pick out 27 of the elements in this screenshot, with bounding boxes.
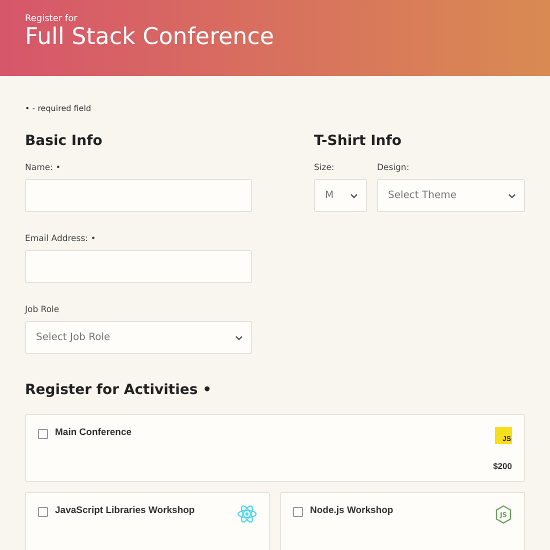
field-label: Email Address: • [25,234,96,244]
section-heading: Basic Info [25,133,102,149]
select-dropdown[interactable]: Select Job Role [25,321,252,354]
text-input[interactable] [25,250,252,283]
field-label: Name: • [25,163,61,173]
header-eyebrow: Register for [25,14,78,24]
select-dropdown[interactable]: M [314,179,367,212]
activity-name: Main Conference [55,427,133,438]
field-label: Size: [314,163,334,173]
field-label: Job Role [25,305,60,315]
checkbox[interactable] [293,507,303,517]
chevron-down-icon [508,192,516,198]
activity-price: $200 [493,461,512,471]
activity-name: JavaScript Libraries Workshop [55,505,196,516]
text-input[interactable] [25,179,252,212]
select-dropdown[interactable]: Select Theme [376,179,525,212]
section-heading: T-Shirt Info [314,133,402,149]
checkbox[interactable] [38,429,48,439]
field-label: Design: [376,163,410,173]
page-title: Full Stack Conference [25,24,274,52]
required-legend: • - required field [25,104,92,113]
activity-name: Node.js Workshop [310,505,394,516]
chevron-down-icon [234,334,243,340]
chevron-down-icon [350,192,358,198]
atom-icon [237,505,257,523]
section-heading: Register for Activities • [25,382,212,398]
checkbox[interactable] [38,507,48,517]
